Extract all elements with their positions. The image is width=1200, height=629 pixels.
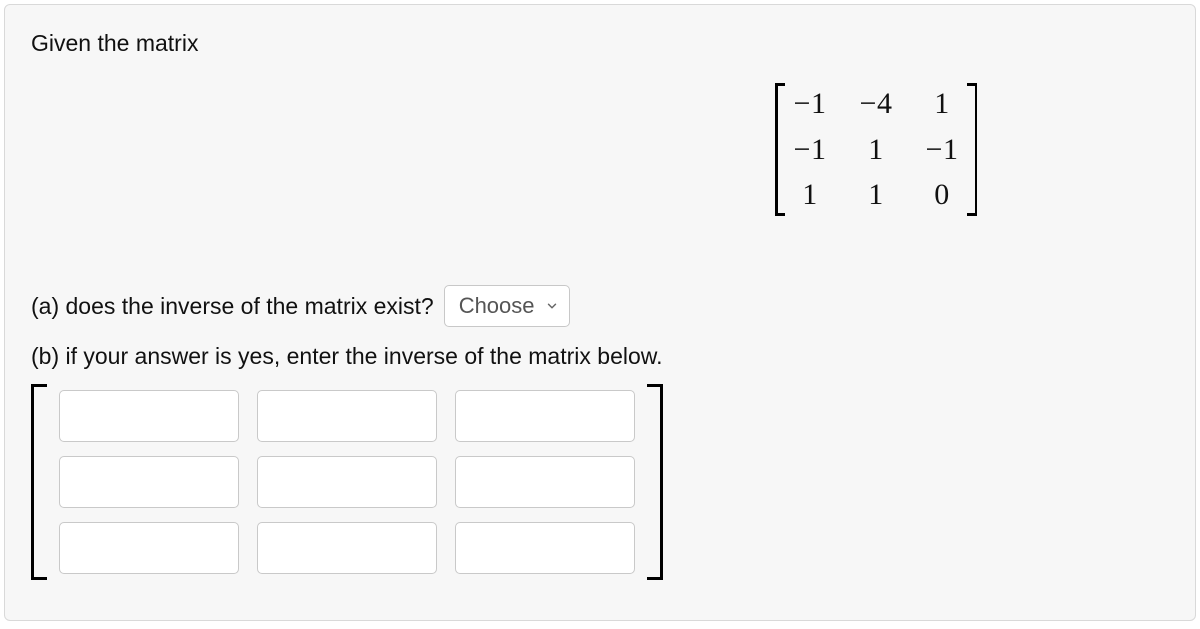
answer-cell-2-0[interactable] (59, 522, 239, 574)
left-bracket-icon (775, 83, 785, 216)
answer-cell-0-1[interactable] (257, 390, 437, 442)
answer-cell-0-2[interactable] (455, 390, 635, 442)
answer-cell-2-1[interactable] (257, 522, 437, 574)
question-panel: Given the matrix −1 −4 1 −1 1 −1 1 1 0 (… (4, 4, 1196, 621)
question-b-label: (b) if your answer is yes, enter the inv… (31, 343, 1169, 370)
answer-cell-1-2[interactable] (455, 456, 635, 508)
answer-cell-1-1[interactable] (257, 456, 437, 508)
matrix-cell: −1 (791, 85, 829, 123)
answer-cell-2-2[interactable] (455, 522, 635, 574)
answer-matrix (31, 384, 1169, 580)
select-placeholder: Choose (459, 293, 535, 319)
matrix-cell: 0 (923, 176, 961, 214)
prompt-text: Given the matrix (31, 29, 1169, 59)
matrix-cell: −1 (923, 131, 961, 169)
question-a-label: (a) does the inverse of the matrix exist… (31, 293, 434, 320)
right-bracket-icon (649, 384, 663, 580)
answer-cell-0-0[interactable] (59, 390, 239, 442)
matrix-cell: 1 (857, 131, 895, 169)
matrix-cell: 1 (923, 85, 961, 123)
chevron-down-icon (545, 299, 559, 313)
given-matrix: −1 −4 1 −1 1 −1 1 1 0 (775, 83, 977, 216)
right-bracket-icon (967, 83, 977, 216)
matrix-cell: 1 (857, 176, 895, 214)
left-bracket-icon (31, 384, 45, 580)
question-a-row: (a) does the inverse of the matrix exist… (31, 285, 1169, 327)
inverse-exists-select[interactable]: Choose (444, 285, 570, 327)
matrix-cell: −4 (857, 85, 895, 123)
matrix-cell: −1 (791, 131, 829, 169)
matrix-values: −1 −4 1 −1 1 −1 1 1 0 (785, 83, 967, 216)
answer-cell-1-0[interactable] (59, 456, 239, 508)
matrix-cell: 1 (791, 176, 829, 214)
